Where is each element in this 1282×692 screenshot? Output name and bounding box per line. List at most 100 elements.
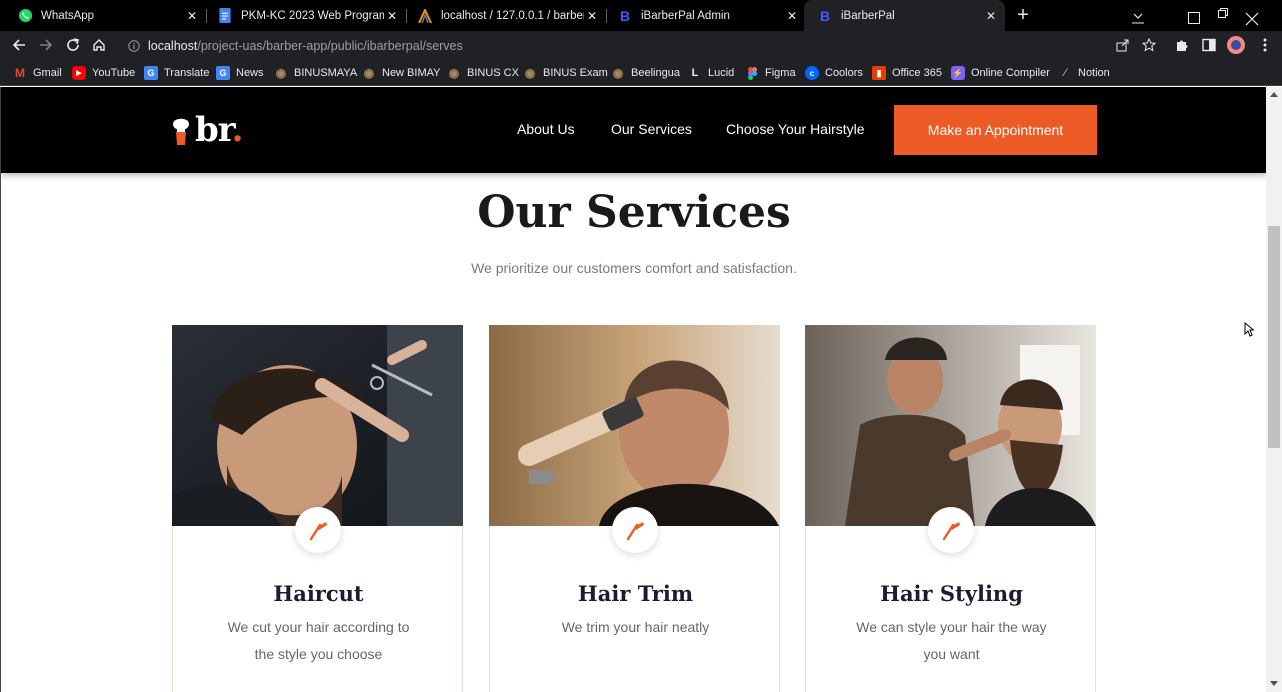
close-icon[interactable]: ✕ xyxy=(184,9,200,23)
site-logo[interactable]: br. xyxy=(171,110,244,150)
bookmark-binus-cx[interactable]: ◉ BINUS CX xyxy=(447,65,519,81)
minimize-icon[interactable] xyxy=(1128,8,1148,28)
logo-dot: . xyxy=(231,110,244,150)
razor-icon xyxy=(928,507,974,553)
bookmark-office365[interactable]: ▮ Office 365 xyxy=(872,65,942,81)
page-scrollbar[interactable] xyxy=(1266,87,1282,692)
shaving-brush-icon xyxy=(173,118,189,145)
translate-icon: G xyxy=(144,66,158,80)
tab-title: localhost / 127.0.0.1 / barber-app xyxy=(441,9,584,22)
tab-whatsapp[interactable]: WhatsApp ✕ xyxy=(0,0,206,31)
scroll-down-icon[interactable] xyxy=(1270,681,1278,686)
whatsapp-icon xyxy=(17,8,33,24)
binus-icon: ◉ xyxy=(448,66,460,80)
tab-title: iBarberPal Admin xyxy=(641,9,730,22)
phpmyadmin-icon xyxy=(417,8,433,24)
reload-icon[interactable] xyxy=(63,35,83,55)
new-tab-button[interactable]: + xyxy=(1012,5,1034,27)
bookmark-coolors[interactable]: c Coolors xyxy=(805,65,863,81)
address-bar[interactable]: localhost/project-uas/barber-app/public/… xyxy=(118,33,1164,58)
side-panel-icon[interactable] xyxy=(1200,36,1218,54)
bookmark-binusmaya[interactable]: ◉ BINUSMAYA xyxy=(274,65,357,81)
menu-kebab-icon[interactable] xyxy=(1256,36,1274,54)
bootstrap-icon: B xyxy=(619,7,631,24)
site-navbar: br. About Us Our Services Choose Your Ha… xyxy=(1,87,1266,173)
bootstrap-icon: B xyxy=(819,7,831,24)
close-icon[interactable]: ✕ xyxy=(983,9,999,23)
home-icon[interactable] xyxy=(89,35,109,55)
browser-toolbar: localhost/project-uas/barber-app/public/… xyxy=(0,31,1282,60)
scrollbar-thumb[interactable] xyxy=(1268,226,1280,448)
card-description: We can style your hair the way you want xyxy=(856,619,1047,662)
razor-icon xyxy=(612,507,658,553)
card-description: We cut your hair according to the style … xyxy=(227,619,410,662)
bookmark-translate[interactable]: G Translate xyxy=(144,65,209,81)
close-icon[interactable]: ✕ xyxy=(384,9,400,23)
tab-title: WhatsApp xyxy=(41,9,95,22)
card-title: Hair Trim xyxy=(577,581,694,606)
tab-title: iBarberPal xyxy=(841,9,895,22)
forward-icon[interactable] xyxy=(36,35,56,55)
restore-icon[interactable] xyxy=(1214,4,1232,22)
binus-icon: ◉ xyxy=(612,66,624,80)
bookmark-star-icon[interactable] xyxy=(1140,36,1158,54)
make-appointment-button[interactable]: Make an Appointment xyxy=(894,105,1097,155)
share-icon[interactable] xyxy=(1114,36,1132,54)
service-card-haircut[interactable]: Haircut We cut your hair according to th… xyxy=(172,325,463,692)
tab-pkm[interactable]: PKM-KC 2023 Web Programming ✕ xyxy=(200,0,406,31)
bookmark-gmail[interactable]: M Gmail xyxy=(13,65,62,81)
tab-title: PKM-KC 2023 Web Programming xyxy=(241,9,384,22)
nav-about-us[interactable]: About Us xyxy=(517,121,575,137)
docs-icon xyxy=(217,8,233,24)
card-description: We trim your hair neatly xyxy=(561,619,710,635)
razor-icon xyxy=(295,507,341,553)
hair-styling-photo xyxy=(805,325,1096,526)
bookmark-online-compiler[interactable]: ⚡ Online Compiler xyxy=(951,65,1050,81)
mouse-cursor-icon xyxy=(1244,322,1254,337)
service-card-hair-trim[interactable]: Hair Trim We trim your hair neatly xyxy=(489,325,780,692)
site-info-icon[interactable] xyxy=(128,39,140,52)
youtube-icon: ▶ xyxy=(72,66,86,80)
browser-tab-bar: WhatsApp ✕ PKM-KC 2023 Web Programming ✕… xyxy=(0,0,1282,31)
maximize-icon[interactable] xyxy=(1186,10,1202,26)
section-subtitle: We prioritize our customers comfort and … xyxy=(471,260,797,276)
bookmark-binus-exam[interactable]: ◉ BINUS Exam xyxy=(523,65,608,81)
card-title: Hair Styling xyxy=(880,581,1023,606)
section-title: Our Services xyxy=(477,187,791,238)
figma-icon xyxy=(745,66,759,80)
tab-phpmyadmin[interactable]: localhost / 127.0.0.1 / barber-app ✕ xyxy=(400,0,606,31)
notion-icon: ⁄ xyxy=(1064,67,1066,79)
bookmark-youtube[interactable]: ▶ YouTube xyxy=(72,65,135,81)
tab-ibarberpal-admin[interactable]: B iBarberPal Admin ✕ xyxy=(600,0,806,31)
office-icon: ▮ xyxy=(872,66,886,80)
card-title: Haircut xyxy=(273,581,364,606)
bookmark-beelingua[interactable]: ◉ Beelingua xyxy=(611,65,680,81)
scroll-up-icon[interactable] xyxy=(1270,92,1278,97)
news-icon: G xyxy=(216,66,230,80)
close-icon[interactable]: ✕ xyxy=(584,9,600,23)
profile-avatar[interactable] xyxy=(1227,36,1245,54)
haircut-photo xyxy=(172,325,463,526)
nav-choose-hairstyle[interactable]: Choose Your Hairstyle xyxy=(726,121,865,137)
nav-our-services[interactable]: Our Services xyxy=(611,121,692,137)
lucid-icon: L xyxy=(691,67,699,79)
hair-trim-photo xyxy=(489,325,780,526)
bookmark-figma[interactable]: Figma xyxy=(745,65,796,81)
gmail-icon: M xyxy=(15,66,25,80)
binus-icon: ◉ xyxy=(275,66,287,80)
binus-icon: ◉ xyxy=(524,66,536,80)
tab-ibarberpal[interactable]: B iBarberPal ✕ xyxy=(804,0,1005,31)
bookmark-new-bimay[interactable]: ◉ New BIMAY xyxy=(362,65,441,81)
service-card-hair-styling[interactable]: Hair Styling We can style your hair the … xyxy=(805,325,1096,692)
url-text: localhost/project-uas/barber-app/public/… xyxy=(148,38,463,53)
bookmark-news[interactable]: G News xyxy=(216,65,264,81)
back-icon[interactable] xyxy=(9,35,29,55)
window-close-icon[interactable] xyxy=(1242,9,1262,29)
bookmarks-bar: M Gmail ▶ YouTube G Translate G News ◉ BINUSM… xyxy=(0,60,1282,86)
bookmark-notion[interactable]: ⁄ Notion xyxy=(1058,65,1110,81)
bookmark-lucid[interactable]: L Lucid xyxy=(688,65,735,81)
coolors-icon: c xyxy=(805,66,819,80)
compiler-icon: ⚡ xyxy=(951,66,965,80)
close-icon[interactable]: ✕ xyxy=(784,9,800,23)
extensions-icon[interactable] xyxy=(1173,36,1191,54)
